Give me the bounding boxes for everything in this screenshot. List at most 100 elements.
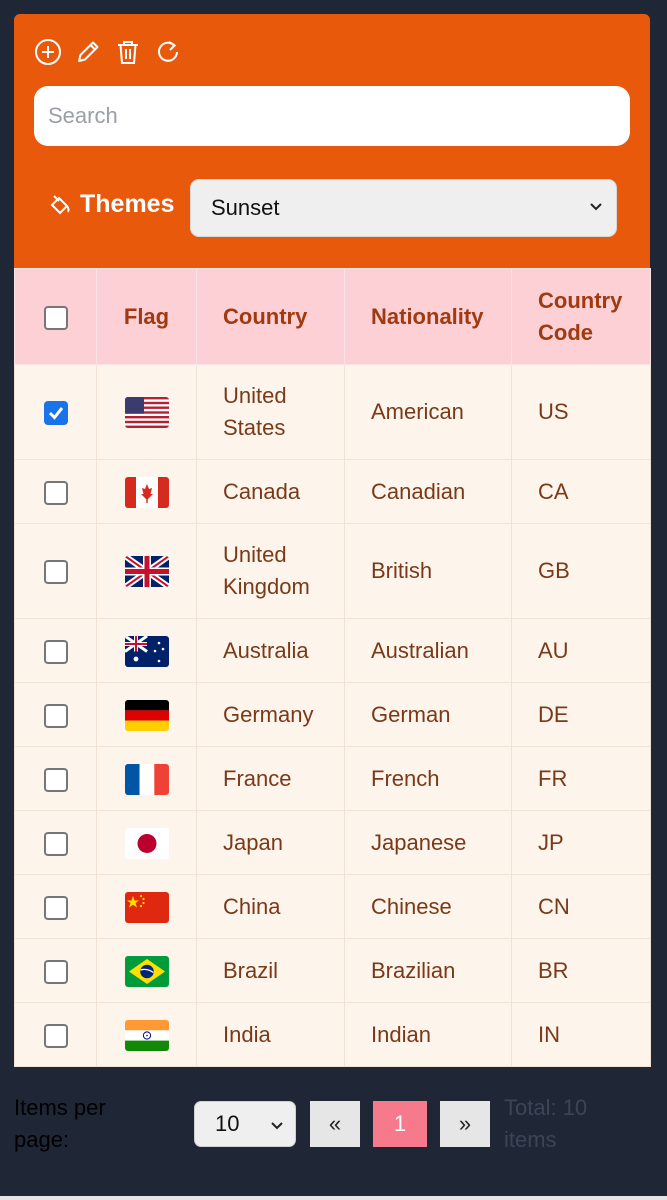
code-cell: BR xyxy=(511,938,651,1003)
nationality-cell: Australian xyxy=(344,618,512,683)
country-cell: China xyxy=(196,874,345,939)
flag-cell xyxy=(96,364,197,460)
table-row[interactable]: Germany German DE xyxy=(14,682,651,747)
prev-page-button[interactable]: « xyxy=(310,1101,360,1147)
row-select-cell xyxy=(14,618,97,683)
items-per-page-select[interactable]: 10 xyxy=(194,1101,296,1147)
flag-cell xyxy=(96,938,197,1003)
row-checkbox[interactable] xyxy=(43,767,68,792)
app-root: Themes Sunset Flag Country Nationality C… xyxy=(0,0,667,1200)
flag-cell xyxy=(96,746,197,811)
row-checkbox[interactable] xyxy=(43,639,68,664)
table-header-row: Flag Country Nationality Country Code xyxy=(14,268,651,365)
row-checkbox[interactable] xyxy=(43,895,68,920)
flag-cell xyxy=(96,459,197,524)
paint-bucket-icon xyxy=(50,194,70,214)
header-country[interactable]: Country xyxy=(196,268,345,365)
country-cell: Canada xyxy=(196,459,345,524)
code-cell: IN xyxy=(511,1002,651,1067)
row-checkbox[interactable] xyxy=(43,480,68,505)
table-row[interactable]: Japan Japanese JP xyxy=(14,810,651,875)
code-cell: FR xyxy=(511,746,651,811)
header-nationality[interactable]: Nationality xyxy=(344,268,512,365)
gb-flag-icon xyxy=(124,556,169,588)
flag-cell xyxy=(96,1002,197,1067)
table-row[interactable]: United Kingdom British GB xyxy=(14,523,651,619)
row-select-cell xyxy=(14,810,97,875)
flag-cell xyxy=(96,874,197,939)
search-input[interactable] xyxy=(34,86,630,146)
table-row[interactable]: Australia Australian AU xyxy=(14,618,651,683)
items-per-page-value: 10 xyxy=(215,1111,240,1136)
nationality-cell: Canadian xyxy=(344,459,512,524)
row-select-cell xyxy=(14,938,97,1003)
row-checkbox[interactable] xyxy=(43,560,68,585)
row-select-cell xyxy=(14,459,97,524)
code-cell: DE xyxy=(511,682,651,747)
in-flag-icon xyxy=(124,1019,169,1051)
flag-cell xyxy=(96,618,197,683)
table-row[interactable]: United States American US xyxy=(14,364,651,460)
flag-cell xyxy=(96,810,197,875)
code-cell: AU xyxy=(511,618,651,683)
row-checkbox[interactable] xyxy=(43,401,68,426)
theme-select-value: Sunset xyxy=(211,195,280,220)
header-flag[interactable]: Flag xyxy=(96,268,197,365)
nationality-cell: Chinese xyxy=(344,874,512,939)
nationality-cell: American xyxy=(344,364,512,460)
us-flag-icon xyxy=(124,397,169,429)
row-select-cell xyxy=(14,523,97,619)
de-flag-icon xyxy=(124,699,169,731)
flag-cell xyxy=(96,523,197,619)
select-all-header xyxy=(14,268,97,365)
row-checkbox[interactable] xyxy=(43,1023,68,1048)
nationality-cell: Brazilian xyxy=(344,938,512,1003)
country-cell: France xyxy=(196,746,345,811)
au-flag-icon xyxy=(124,635,169,667)
row-checkbox[interactable] xyxy=(43,703,68,728)
flag-cell xyxy=(96,682,197,747)
current-page-button[interactable]: 1 xyxy=(373,1101,427,1147)
country-cell: Brazil xyxy=(196,938,345,1003)
nationality-cell: German xyxy=(344,682,512,747)
code-cell: CA xyxy=(511,459,651,524)
add-icon[interactable] xyxy=(34,38,62,66)
toolbar-panel: Themes Sunset xyxy=(14,14,650,268)
nationality-cell: British xyxy=(344,523,512,619)
chevron-down-icon xyxy=(271,1122,283,1130)
pagination-bar: Items per page: 10 « 1 » Total: 10 items xyxy=(14,1090,650,1160)
jp-flag-icon xyxy=(124,827,169,859)
nationality-cell: Japanese xyxy=(344,810,512,875)
next-page-button[interactable]: » xyxy=(440,1101,490,1147)
row-select-cell xyxy=(14,1002,97,1067)
ca-flag-icon xyxy=(124,476,169,508)
theme-select[interactable]: Sunset xyxy=(190,179,617,237)
bottom-edge xyxy=(0,1196,667,1200)
header-country-code[interactable]: Country Code xyxy=(511,268,651,365)
country-cell: Germany xyxy=(196,682,345,747)
row-checkbox[interactable] xyxy=(43,959,68,984)
select-all-checkbox[interactable] xyxy=(43,305,68,330)
refresh-icon[interactable] xyxy=(154,38,182,66)
code-cell: US xyxy=(511,364,651,460)
row-select-cell xyxy=(14,364,97,460)
table-row[interactable]: France French FR xyxy=(14,746,651,811)
row-select-cell xyxy=(14,746,97,811)
fr-flag-icon xyxy=(124,763,169,795)
row-select-cell xyxy=(14,682,97,747)
edit-icon[interactable] xyxy=(74,38,102,66)
row-checkbox[interactable] xyxy=(43,831,68,856)
table-row[interactable]: India Indian IN xyxy=(14,1002,651,1067)
country-cell: Japan xyxy=(196,810,345,875)
table-row[interactable]: Brazil Brazilian BR xyxy=(14,938,651,1003)
br-flag-icon xyxy=(124,955,169,987)
country-cell: India xyxy=(196,1002,345,1067)
total-items-text: Total: 10 items xyxy=(504,1095,588,1152)
delete-icon[interactable] xyxy=(114,38,142,66)
themes-label-text: Themes xyxy=(80,190,175,218)
toolbar-actions xyxy=(34,38,182,66)
country-cell: United Kingdom xyxy=(196,523,345,619)
table-row[interactable]: Canada Canadian CA xyxy=(14,459,651,524)
cn-flag-icon xyxy=(124,891,169,923)
table-row[interactable]: China Chinese CN xyxy=(14,874,651,939)
